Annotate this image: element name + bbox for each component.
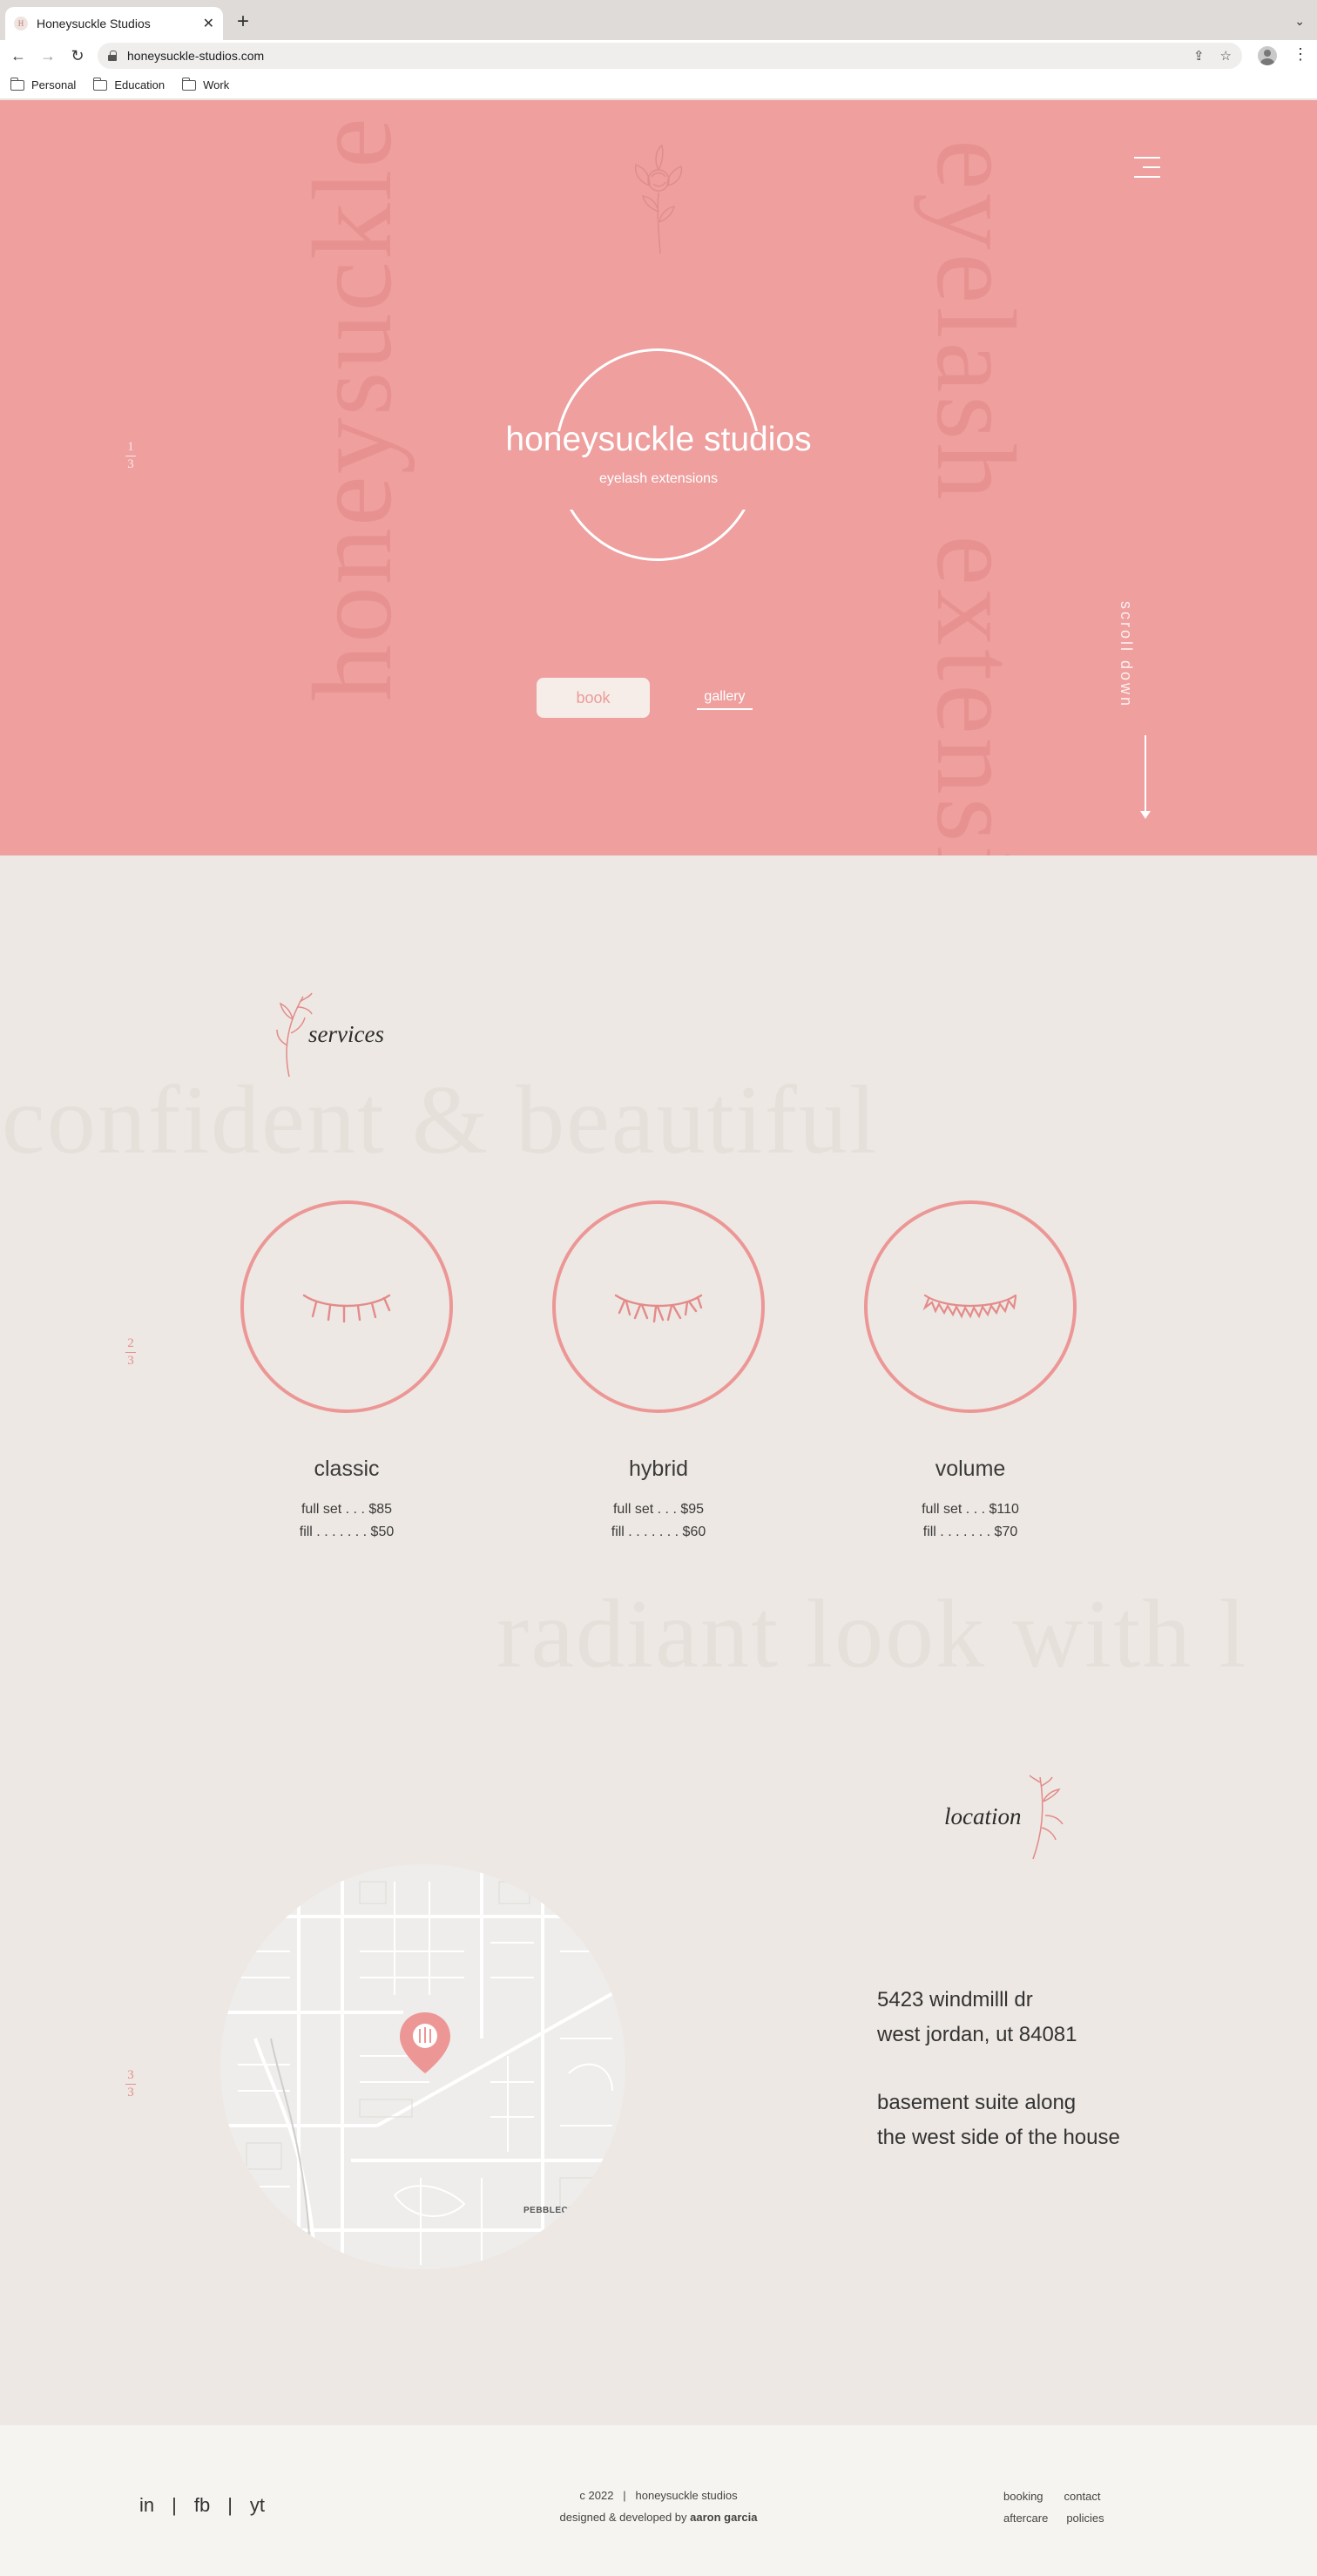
footer-links: booking contact aftercare policies <box>1003 2485 1125 2529</box>
page-indicator-current: 3 <box>127 2068 134 2082</box>
social-separator: | <box>172 2494 177 2516</box>
classic-lash-circle <box>240 1200 453 1413</box>
address-block: 5423 windmilll dr west jordan, ut 84081 <box>877 1983 1077 2052</box>
hero-vertical-brand-text: honeysuckle s <box>290 100 415 701</box>
page-indicator-total: 3 <box>127 1354 134 1368</box>
note-line-1: basement suite along <box>877 2091 1077 2114</box>
footer-link-booking[interactable]: booking <box>1003 2485 1043 2507</box>
bookmark-star-icon[interactable]: ☆ <box>1220 48 1232 64</box>
hybrid-lash-icon <box>614 1294 703 1323</box>
credit-line: designed & developed by aaron garcia <box>528 2506 789 2528</box>
folder-icon <box>10 77 24 91</box>
book-button[interactable]: book <box>537 678 650 718</box>
service-name: volume <box>935 1457 1006 1481</box>
browser-menu-icon[interactable]: ⋮ <box>1293 45 1308 64</box>
copyright-text: c 2022 | honeysuckle studios <box>579 2489 738 2502</box>
brand-title: honeysuckle studios <box>505 421 812 458</box>
volume-lash-circle <box>864 1200 1077 1413</box>
new-tab-button[interactable]: + <box>237 10 249 33</box>
folder-icon <box>93 77 108 91</box>
bookmark-label: Education <box>114 78 165 91</box>
close-tab-icon[interactable]: ✕ <box>203 15 214 32</box>
price-full-set: full set . . . $95 <box>612 1502 705 1517</box>
price-full-set: full set . . . $85 <box>301 1502 393 1517</box>
page-indicator-2: 2 3 <box>122 1336 139 1369</box>
tab-title: Honeysuckle Studios <box>37 17 151 30</box>
youtube-link[interactable]: yt <box>250 2494 265 2517</box>
facebook-link[interactable]: fb <box>194 2494 210 2517</box>
flower-icon <box>634 144 683 254</box>
bookmark-work[interactable]: Work <box>182 77 230 91</box>
services-heading: services <box>308 1021 384 1047</box>
forward-arrow-icon[interactable]: → <box>33 47 63 65</box>
profile-avatar-icon[interactable] <box>1258 46 1277 65</box>
footer-link-contact[interactable]: contact <box>1064 2485 1101 2507</box>
social-separator: | <box>227 2494 233 2516</box>
hybrid-lash-circle <box>552 1200 765 1413</box>
volume-lash-icon <box>922 1294 1017 1319</box>
scroll-down-line <box>1145 735 1146 815</box>
address-bar[interactable]: honeysuckle-studios.com ⇪ ☆ <box>98 43 1242 69</box>
service-card-classic[interactable]: classic full set . . . $85 fill . . . . … <box>240 1200 453 1541</box>
background-phrase-1: confident & beautiful <box>2 1066 879 1174</box>
footer-link-aftercare[interactable]: aftercare <box>1003 2507 1048 2529</box>
leaf-sprig-icon <box>1029 1775 1064 1860</box>
directions-note: basement suite along the west side of th… <box>877 2086 1120 2155</box>
classic-lash-icon <box>302 1294 391 1323</box>
bookmark-personal[interactable]: Personal <box>10 77 77 91</box>
lock-icon <box>108 51 117 61</box>
browser-toolbar: ← → ↻ honeysuckle-studios.com ⇪ ☆ ⋮ <box>0 40 1317 71</box>
gallery-link[interactable]: gallery <box>697 689 753 710</box>
share-icon[interactable]: ⇪ <box>1193 48 1205 64</box>
site-footer: in | fb | yt c 2022 | honeysuckle studio… <box>0 2425 1317 2576</box>
page-indicator-total: 3 <box>127 2086 134 2099</box>
service-name: classic <box>314 1457 380 1481</box>
bookmark-label: Work <box>203 78 230 91</box>
service-card-hybrid[interactable]: hybrid full set . . . $95 fill . . . . .… <box>552 1200 765 1541</box>
hero-section: honeysuckle s eyelash extension 1 3 hone… <box>0 100 1317 855</box>
credit-prefix: designed & developed by <box>559 2511 691 2524</box>
social-links: in | fb | yt <box>139 2494 265 2517</box>
price-fill: fill . . . . . . . $50 <box>299 1525 395 1539</box>
price-fill: fill . . . . . . . $60 <box>611 1525 706 1539</box>
address-line-1: 5423 windmilll dr <box>877 1988 1033 2011</box>
map-street-label: PEBBLECR <box>523 2206 576 2215</box>
price-fill: fill . . . . . . . $70 <box>922 1525 1018 1539</box>
arrow-down-icon[interactable] <box>1140 811 1151 819</box>
note-line-2: the west side of the house <box>877 2126 1120 2149</box>
scroll-down-label[interactable]: scroll down <box>1117 601 1135 708</box>
footer-link-policies[interactable]: policies <box>1066 2507 1104 2529</box>
folder-icon <box>182 77 197 91</box>
service-name: hybrid <box>628 1457 689 1481</box>
hero-vertical-tagline-text: eyelash extension <box>913 139 1038 855</box>
tab-search-chevron-icon[interactable]: ⌄ <box>1294 14 1305 29</box>
back-arrow-icon[interactable]: ← <box>3 47 33 65</box>
background-phrase-2: radiant look with l <box>496 1580 1248 1688</box>
page-indicator-3: 3 3 <box>122 2068 139 2100</box>
url-text: honeysuckle-studios.com <box>127 49 265 63</box>
browser-tab-bar: H Honeysuckle Studios ✕ + ⌄ <box>0 0 1317 40</box>
footer-credits: c 2022 | honeysuckle studios designed & … <box>528 2485 789 2528</box>
location-map[interactable]: PEBBLECR <box>220 1864 625 2269</box>
page-indicator-total: 3 <box>127 457 134 471</box>
bookmark-education[interactable]: Education <box>93 77 165 91</box>
brand-subtitle: eyelash extensions <box>598 471 719 486</box>
page-indicator-current: 2 <box>127 1336 134 1350</box>
service-card-volume[interactable]: volume full set . . . $110 fill . . . . … <box>864 1200 1077 1541</box>
developer-link[interactable]: aaron garcia <box>690 2511 757 2524</box>
site-favicon-icon: H <box>14 17 28 30</box>
reload-icon[interactable]: ↻ <box>63 47 92 65</box>
bookmark-label: Personal <box>31 78 77 91</box>
browser-tab[interactable]: H Honeysuckle Studios ✕ <box>5 7 223 40</box>
bookmarks-bar: Personal Education Work <box>0 71 1317 99</box>
location-heading: location <box>944 1803 1022 1829</box>
price-full-set: full set . . . $110 <box>922 1502 1019 1517</box>
page-indicator-current: 1 <box>127 440 134 454</box>
address-line-2: west jordan, ut 84081 <box>877 2023 1077 2046</box>
page-indicator-1: 1 3 <box>122 440 139 472</box>
instagram-link[interactable]: in <box>139 2494 154 2517</box>
menu-hamburger-icon[interactable] <box>1134 157 1160 179</box>
